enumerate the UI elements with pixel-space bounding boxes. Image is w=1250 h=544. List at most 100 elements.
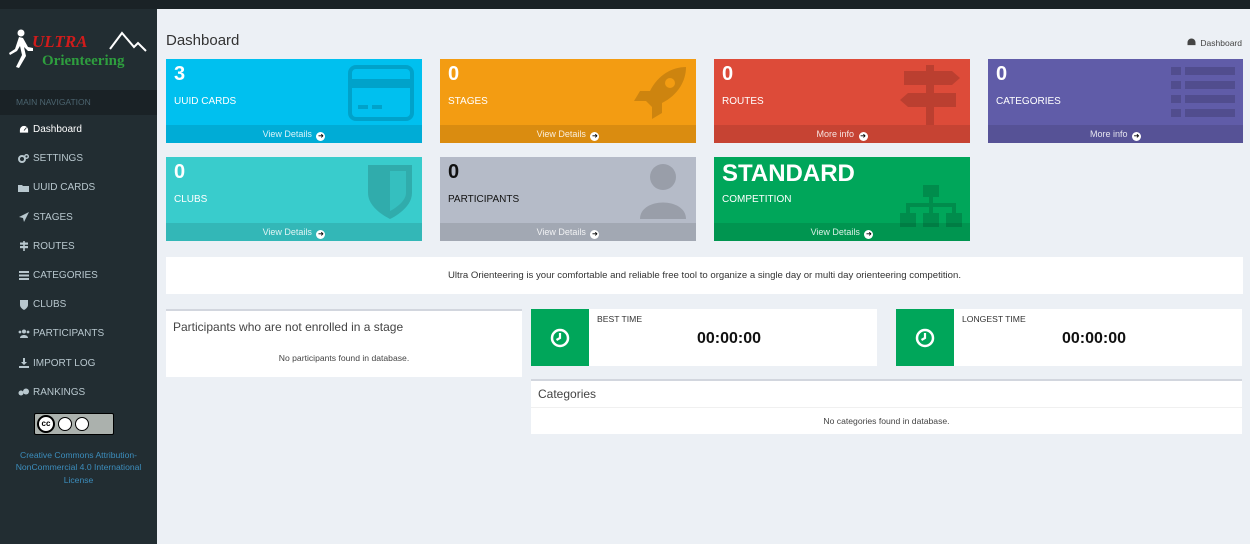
stat-value: 00:00:00 — [1062, 330, 1127, 347]
stat-label: LONGEST TIME — [962, 314, 1026, 324]
arrow-circle-right-icon: ➜ — [316, 132, 326, 141]
clubs-box: 0 CLUBS View Details ➜ — [166, 157, 422, 241]
sidebar-item-label: SETTINGS — [33, 153, 84, 165]
box-label: CLUBS — [174, 194, 208, 205]
rocket-icon — [632, 65, 688, 126]
not-enrolled-panel: Participants who are not enrolled in a s… — [166, 309, 522, 377]
app-logo[interactable]: ULTRA Orienteering — [0, 9, 157, 90]
stat-value: 00:00:00 — [697, 330, 762, 347]
footer-label: More info — [816, 129, 854, 139]
box-value: 0 — [174, 161, 186, 183]
categories-panel: Categories No categories found in databa… — [531, 379, 1242, 434]
creative-commons-badge[interactable]: cc — [34, 412, 114, 435]
box-value: 0 — [996, 63, 1008, 85]
list-icon — [1171, 65, 1235, 126]
dashboard-icon — [1187, 38, 1196, 48]
panel-divider — [531, 407, 1242, 408]
stat-label: BEST TIME — [597, 314, 643, 324]
panel-title: Participants who are not enrolled in a s… — [173, 320, 404, 334]
view-details-link[interactable]: View Details ➜ — [440, 125, 696, 143]
box-label: UUID CARDS — [174, 96, 237, 107]
sidebar-item-routes[interactable]: ROUTES — [0, 232, 157, 261]
empty-message: No participants found in database. — [278, 353, 410, 363]
breadcrumb-item: Dashboard — [1200, 38, 1242, 48]
sidebar-item-label: CLUBS — [33, 299, 67, 311]
clock-icon — [896, 309, 954, 366]
users-icon — [17, 329, 30, 339]
nc-icon — [75, 416, 89, 431]
sidebar-item-label: RANKINGS — [33, 386, 86, 398]
sidebar-item-stages[interactable]: STAGES — [0, 203, 157, 232]
longest-time-box: LONGEST TIME 00:00:00 — [896, 309, 1242, 366]
license-link[interactable]: Creative Commons Attribution-NonCommerci… — [0, 449, 157, 487]
empty-message: No categories found in database. — [823, 416, 950, 426]
footer-label: View Details — [536, 129, 586, 139]
sidebar-item-label: Dashboard — [33, 124, 82, 136]
podium-icon — [17, 388, 30, 397]
download-icon — [17, 358, 30, 369]
credit-card-icon — [348, 65, 414, 126]
sidebar-item-import-log[interactable]: IMPORT LOG — [0, 349, 157, 378]
sidebar-item-label: IMPORT LOG — [33, 357, 96, 369]
sidebar-item-participants[interactable]: PARTICIPANTS — [0, 319, 157, 348]
by-icon — [58, 416, 72, 431]
routes-box: 0 ROUTES More info ➜ — [714, 59, 970, 143]
info-callout: Ultra Orienteering is your comfortable a… — [166, 257, 1243, 294]
signpost-icon — [17, 241, 30, 252]
cc-icon: cc — [37, 414, 55, 433]
sidebar-item-rankings[interactable]: RANKINGS — [0, 378, 157, 407]
arrow-circle-right-icon: ➜ — [858, 132, 868, 141]
arrow-circle-right-icon: ➜ — [864, 230, 874, 239]
box-value: 0 — [448, 63, 460, 85]
footer-label: View Details — [810, 227, 860, 237]
footer-label: View Details — [262, 227, 312, 237]
page-title: Dashboard — [166, 32, 240, 49]
logo-graphic: ULTRA Orienteering — [9, 29, 147, 69]
box-label: PARTICIPANTS — [448, 194, 520, 205]
arrow-circle-right-icon: ➜ — [590, 230, 600, 239]
send-icon — [17, 212, 30, 223]
view-details-link[interactable]: View Details ➜ — [714, 223, 970, 241]
arrow-circle-right-icon: ➜ — [590, 132, 600, 141]
view-details-link[interactable]: View Details ➜ — [440, 223, 696, 241]
sidebar-item-dashboard[interactable]: Dashboard — [0, 115, 157, 144]
more-info-link[interactable]: More info ➜ — [988, 125, 1243, 143]
more-info-link[interactable]: More info ➜ — [714, 125, 970, 143]
top-navbar — [0, 0, 1250, 9]
categories-box: 0 CATEGORIES More info ➜ — [988, 59, 1243, 143]
box-label: CATEGORIES — [996, 96, 1061, 107]
breadcrumb[interactable]: Dashboard — [1187, 38, 1242, 48]
stages-box: 0 STAGES View Details ➜ — [440, 59, 696, 143]
list-icon — [17, 271, 30, 281]
sidebar-item-settings[interactable]: SETTINGS — [0, 144, 157, 173]
sidebar: ULTRA Orienteering MAIN NAVIGATION Dashb… — [0, 9, 157, 544]
sidebar-item-label: PARTICIPANTS — [33, 328, 105, 340]
panel-title: Categories — [538, 387, 597, 401]
nav-header: MAIN NAVIGATION — [0, 90, 157, 115]
box-label: STAGES — [448, 96, 488, 107]
sidebar-item-clubs[interactable]: CLUBS — [0, 290, 157, 319]
view-details-link[interactable]: View Details ➜ — [166, 223, 422, 241]
dashboard-icon — [17, 125, 30, 134]
footer-label: View Details — [262, 129, 312, 139]
sidebar-item-label: ROUTES — [33, 240, 75, 252]
uuid-cards-box: 3 UUID CARDS View Details ➜ — [166, 59, 422, 143]
clock-icon — [531, 309, 589, 366]
main-content: Dashboard Dashboard 3 UUID CARDS View De… — [157, 9, 1250, 544]
logo-subtitle-text: Orienteering — [42, 53, 125, 69]
user-icon — [638, 163, 688, 224]
folder-icon — [17, 184, 30, 192]
box-value: 0 — [722, 63, 734, 85]
box-label: COMPETITION — [722, 194, 792, 205]
arrow-circle-right-icon: ➜ — [316, 230, 326, 239]
view-details-link[interactable]: View Details ➜ — [166, 125, 422, 143]
box-label: ROUTES — [722, 96, 764, 107]
competition-box: STANDARD COMPETITION View Details ➜ — [714, 157, 970, 241]
box-value: STANDARD — [722, 160, 855, 187]
gears-icon — [17, 154, 30, 164]
main-navigation: Dashboard SETTINGS UUID CARDS STAGES ROU… — [0, 115, 157, 407]
sidebar-item-uuid-cards[interactable]: UUID CARDS — [0, 173, 157, 202]
box-value: 0 — [448, 161, 460, 183]
box-value: 3 — [174, 63, 186, 85]
sidebar-item-categories[interactable]: CATEGORIES — [0, 261, 157, 290]
